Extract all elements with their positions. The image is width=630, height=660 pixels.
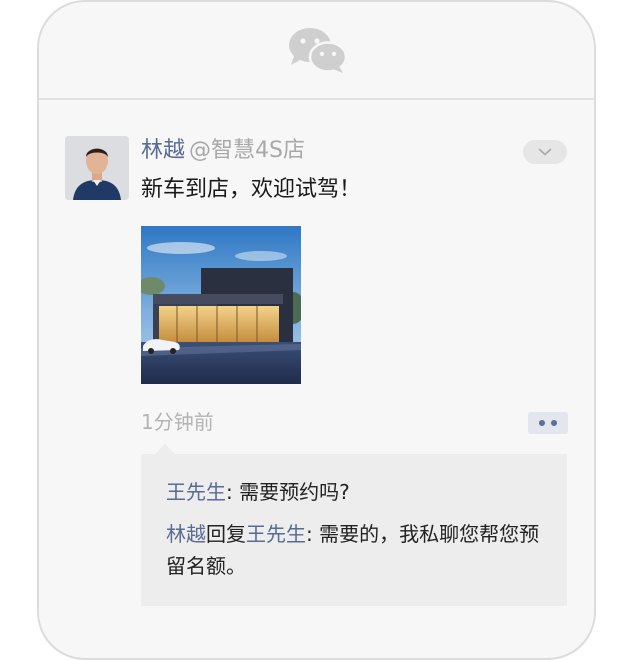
comment-item[interactable]: 王先生: 需要预约吗?: [166, 476, 551, 508]
app-header: [39, 2, 594, 100]
post-text: 新车到店，欢迎试驾！: [141, 177, 362, 202]
comment-like-button[interactable]: [528, 412, 568, 434]
chevron-down-icon: [538, 148, 552, 156]
post-timestamp: 1分钟前: [141, 410, 214, 434]
comment-separator: :: [226, 480, 240, 504]
comment-separator: :: [306, 522, 320, 546]
comment-item[interactable]: 林越回复王先生: 需要的，我私聊您帮您预留名额。: [166, 518, 551, 582]
more-dots-icon: [539, 420, 545, 426]
moments-feed: 林越 @智慧4S店 新车到店，欢迎试驾！ 1分钟前 王先生: 需要预约吗? 林越…: [39, 102, 594, 658]
comment-author[interactable]: 林越: [166, 522, 206, 546]
more-dots-icon: [551, 420, 557, 426]
avatar[interactable]: [65, 136, 129, 200]
comment-text: 需要预约吗?: [239, 480, 350, 504]
reply-to-name[interactable]: 王先生: [246, 522, 306, 546]
avatar-photo: [65, 136, 129, 200]
wechat-icon: [288, 28, 347, 73]
dealership-photo: [141, 226, 301, 384]
post-image[interactable]: [141, 226, 301, 384]
post-menu-button[interactable]: [523, 140, 567, 164]
reply-word: 回复: [206, 522, 246, 546]
comment-author[interactable]: 王先生: [166, 480, 226, 504]
author-handle: @智慧4S店: [189, 138, 305, 163]
phone-frame: 林越 @智慧4S店 新车到店，欢迎试驾！ 1分钟前 王先生: 需要预约吗? 林越…: [37, 0, 596, 660]
comments-panel: 王先生: 需要预约吗? 林越回复王先生: 需要的，我私聊您帮您预留名额。: [141, 444, 567, 606]
author-name[interactable]: 林越: [141, 138, 185, 163]
post-header: 林越 @智慧4S店: [141, 136, 305, 166]
